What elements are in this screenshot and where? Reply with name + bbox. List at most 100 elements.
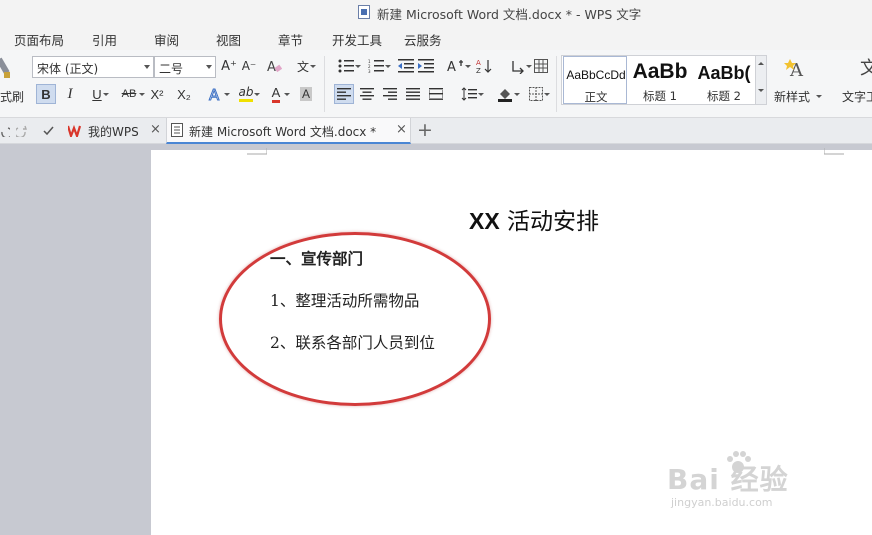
ribbon-tabs: 页面布局 引用 审阅 视图 章节 开发工具 云服务: [0, 24, 872, 50]
chevron-down-icon: [758, 89, 764, 92]
distributed-align-icon: [429, 88, 443, 100]
shading-button[interactable]: [491, 84, 520, 104]
subscript-icon: X₂: [177, 86, 191, 102]
tab-references[interactable]: 引用: [92, 30, 117, 49]
line-spacing-button[interactable]: [455, 84, 484, 104]
chevron-down-icon: [514, 93, 520, 96]
distributed-align-button[interactable]: [426, 84, 446, 104]
shrink-font-button[interactable]: A⁻: [239, 56, 259, 76]
chevron-down-icon: [103, 93, 109, 96]
decrease-indent-button[interactable]: [396, 56, 416, 76]
close-icon[interactable]: ×: [396, 122, 407, 137]
table-button[interactable]: [531, 56, 551, 76]
styles-gallery-scroll[interactable]: [756, 55, 767, 105]
shrink-font-icon: A⁻: [241, 59, 257, 73]
tab-section[interactable]: 章节: [278, 30, 303, 49]
quick-access-menu-icon[interactable]: [43, 125, 55, 137]
borders-button[interactable]: [522, 84, 550, 104]
highlight-button[interactable]: ab: [232, 84, 260, 104]
bullets-button[interactable]: [332, 56, 361, 76]
underline-button[interactable]: U: [84, 84, 110, 104]
tab-cloud-service[interactable]: 云服务: [404, 30, 442, 49]
text-direction-button[interactable]: A: [442, 56, 471, 76]
new-style-icon: A: [784, 59, 804, 80]
text-effect-button[interactable]: A: [202, 84, 230, 104]
tab-page-layout[interactable]: 页面布局: [14, 30, 64, 49]
superscript-button[interactable]: X²: [147, 84, 167, 104]
align-center-button[interactable]: [357, 84, 377, 104]
document-title-cjk: 活动安排: [499, 209, 599, 235]
align-center-icon: [360, 88, 374, 100]
style-name: 正文: [584, 90, 608, 104]
font-color-button[interactable]: A: [262, 84, 290, 104]
sort-button[interactable]: AZ: [474, 56, 494, 76]
text-tool-label: 文字工: [842, 90, 872, 104]
text-tool-button[interactable]: 文 文字工: [840, 56, 872, 106]
tab-my-wps[interactable]: 我的WPS ×: [64, 118, 164, 144]
justify-button[interactable]: [403, 84, 423, 104]
text-tool-icon: 文: [860, 58, 872, 78]
svg-text:3: 3: [368, 69, 371, 73]
sort-icon: AZ: [476, 59, 492, 74]
new-style-button[interactable]: A 新样式: [772, 56, 824, 106]
chevron-down-icon: [385, 65, 391, 68]
justify-icon: [406, 88, 420, 100]
strikethrough-button[interactable]: AB: [114, 84, 145, 104]
document-icon: [358, 5, 370, 19]
chevron-down-icon: [254, 93, 260, 96]
highlight-icon: ab: [238, 86, 254, 102]
border-icon: [529, 87, 543, 101]
indent-icon: [418, 59, 434, 73]
phonetic-guide-button[interactable]: 文: [290, 56, 316, 76]
numbering-button[interactable]: 123: [362, 56, 391, 76]
style-normal[interactable]: AaBbCcDd 正文: [563, 56, 627, 104]
show-marks-button[interactable]: [504, 56, 532, 76]
title-bar: 新建 Microsoft Word 文档.docx * - WPS 文字: [0, 0, 872, 24]
outdent-icon: [398, 59, 414, 73]
bold-button[interactable]: B: [36, 84, 56, 104]
font-size-value: 二号: [159, 62, 184, 76]
style-heading-2[interactable]: AaBb( 标题 2: [692, 56, 756, 104]
chevron-down-icon: [284, 93, 290, 96]
chevron-down-icon: [465, 65, 471, 68]
bullet-list-icon: [338, 59, 354, 73]
italic-icon: I: [67, 85, 73, 102]
new-tab-icon[interactable]: +: [417, 119, 433, 141]
increase-indent-button[interactable]: [416, 56, 436, 76]
chevron-down-icon: [144, 65, 150, 69]
numbered-list-icon: 123: [368, 59, 384, 73]
align-left-button[interactable]: [334, 84, 354, 104]
text-direction-icon: A: [447, 60, 463, 74]
close-icon[interactable]: ×: [150, 122, 161, 137]
svg-text:A: A: [267, 60, 276, 74]
font-size-select[interactable]: 二号: [154, 56, 216, 78]
undo-icon[interactable]: [0, 125, 10, 137]
chevron-down-icon: [355, 65, 361, 68]
tab-review[interactable]: 审阅: [154, 30, 179, 49]
ribbon-separator: [324, 56, 325, 112]
font-color-icon: A: [271, 85, 281, 103]
clear-format-button[interactable]: A: [264, 56, 284, 76]
chevron-down-icon: [224, 93, 230, 96]
style-preview: AaBb: [632, 60, 688, 83]
char-shading-button[interactable]: A: [296, 84, 316, 104]
italic-button[interactable]: I: [60, 84, 80, 104]
paw-icon: [727, 451, 751, 473]
chevron-down-icon: [544, 93, 550, 96]
svg-text:文: 文: [860, 58, 872, 78]
redo-icon[interactable]: [16, 125, 28, 137]
font-name-select[interactable]: 宋体 (正文): [32, 56, 154, 78]
tab-new-document[interactable]: 新建 Microsoft Word 文档.docx * ×: [166, 118, 411, 144]
tab-view[interactable]: 视图: [216, 30, 241, 49]
svg-text:A: A: [447, 60, 456, 74]
document-title-latin: XX: [469, 208, 500, 234]
grow-font-button[interactable]: A⁺: [219, 56, 239, 76]
chevron-down-icon: [478, 93, 484, 96]
tab-developer[interactable]: 开发工具: [332, 30, 382, 49]
subscript-button[interactable]: X₂: [174, 84, 194, 104]
styles-gallery: AaBbCcDd 正文 AaBb 标题 1 AaBb( 标题 2: [561, 55, 756, 105]
format-painter-button[interactable]: 式刷: [0, 54, 24, 108]
font-name-value: 宋体 (正文): [37, 62, 99, 76]
style-heading-1[interactable]: AaBb 标题 1: [628, 56, 692, 104]
align-right-button[interactable]: [380, 84, 400, 104]
